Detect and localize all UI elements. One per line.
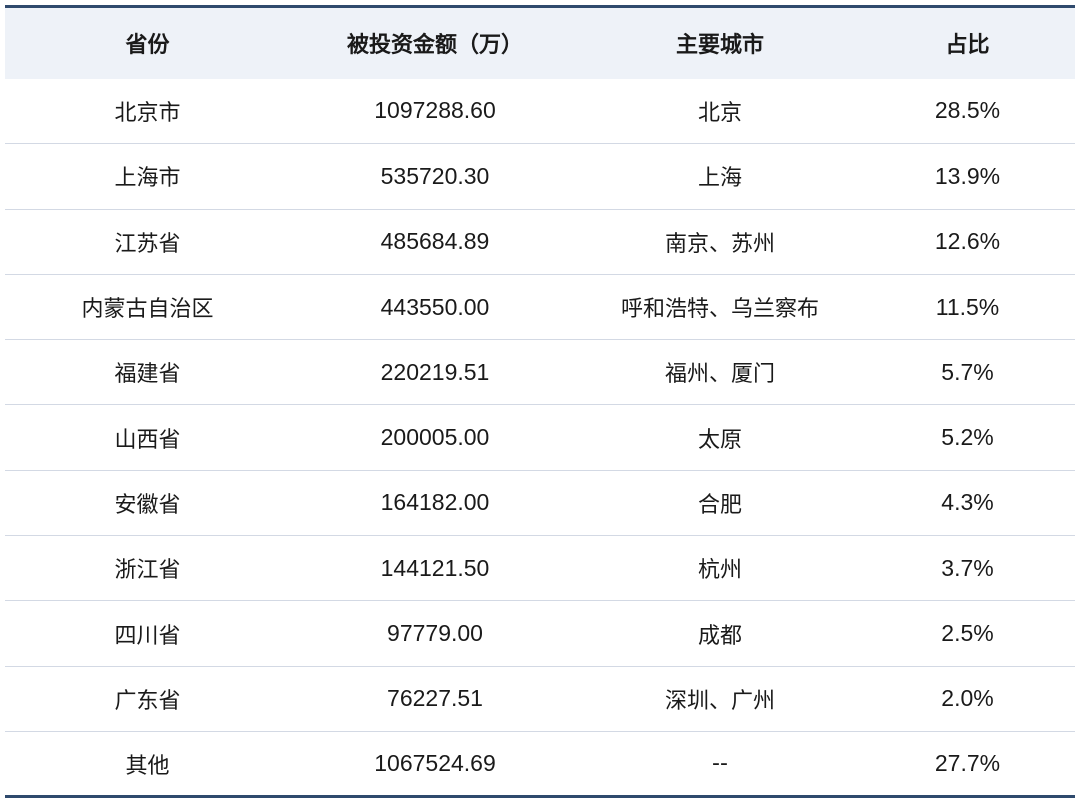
- table-row: 安徽省 164182.00 合肥 4.3%: [5, 470, 1075, 537]
- cell-share: 12.6%: [860, 209, 1075, 275]
- table-body: 北京市 1097288.60 北京 28.5% 上海市 535720.30 上海…: [5, 78, 1075, 799]
- header-row: 省份 被投资金额（万） 主要城市 占比: [5, 5, 1075, 79]
- cell-amount: 76227.51: [290, 666, 580, 732]
- investment-table-container: 省份 被投资金额（万） 主要城市 占比 北京市 1097288.60 北京 28…: [5, 5, 1075, 799]
- cell-province: 内蒙古自治区: [5, 274, 290, 341]
- cell-province: 上海市: [5, 143, 290, 210]
- cell-share: 5.2%: [860, 404, 1075, 471]
- cell-province: 山西省: [5, 404, 290, 471]
- table-row: 内蒙古自治区 443550.00 呼和浩特、乌兰察布 11.5%: [5, 274, 1075, 341]
- cell-province: 其他: [5, 731, 290, 799]
- table-row: 福建省 220219.51 福州、厦门 5.7%: [5, 339, 1075, 406]
- cell-amount: 535720.30: [290, 143, 580, 210]
- cell-province: 北京市: [5, 78, 290, 145]
- cell-cities: --: [580, 731, 860, 799]
- cell-cities: 杭州: [580, 535, 860, 602]
- table-header: 省份 被投资金额（万） 主要城市 占比: [5, 5, 1075, 79]
- header-amount: 被投资金额（万）: [290, 5, 580, 79]
- table-row: 广东省 76227.51 深圳、广州 2.0%: [5, 666, 1075, 732]
- cell-province: 四川省: [5, 600, 290, 667]
- cell-cities: 合肥: [580, 470, 860, 537]
- cell-share: 4.3%: [860, 470, 1075, 537]
- cell-amount: 97779.00: [290, 600, 580, 667]
- cell-province: 福建省: [5, 339, 290, 406]
- cell-cities: 深圳、广州: [580, 666, 860, 732]
- cell-share: 3.7%: [860, 535, 1075, 602]
- cell-amount: 1097288.60: [290, 78, 580, 145]
- cell-cities: 呼和浩特、乌兰察布: [580, 274, 860, 341]
- table-row: 其他 1067524.69 -- 27.7%: [5, 731, 1075, 799]
- investment-by-province-table: 省份 被投资金额（万） 主要城市 占比 北京市 1097288.60 北京 28…: [5, 5, 1075, 799]
- cell-share: 11.5%: [860, 274, 1075, 341]
- cell-cities: 福州、厦门: [580, 339, 860, 406]
- cell-amount: 443550.00: [290, 274, 580, 341]
- cell-amount: 220219.51: [290, 339, 580, 406]
- cell-share: 13.9%: [860, 143, 1075, 210]
- table-row: 上海市 535720.30 上海 13.9%: [5, 143, 1075, 210]
- cell-share: 28.5%: [860, 78, 1075, 145]
- cell-amount: 200005.00: [290, 404, 580, 471]
- cell-share: 2.5%: [860, 600, 1075, 667]
- cell-province: 广东省: [5, 666, 290, 732]
- cell-cities: 太原: [580, 404, 860, 471]
- cell-cities: 成都: [580, 600, 860, 667]
- cell-province: 安徽省: [5, 470, 290, 537]
- cell-province: 浙江省: [5, 535, 290, 602]
- cell-cities: 上海: [580, 143, 860, 210]
- cell-amount: 485684.89: [290, 209, 580, 275]
- header-share: 占比: [860, 5, 1075, 79]
- cell-share: 27.7%: [860, 731, 1075, 799]
- table-row: 山西省 200005.00 太原 5.2%: [5, 404, 1075, 471]
- cell-amount: 164182.00: [290, 470, 580, 537]
- cell-cities: 北京: [580, 78, 860, 145]
- cell-share: 2.0%: [860, 666, 1075, 732]
- cell-cities: 南京、苏州: [580, 209, 860, 275]
- cell-province: 江苏省: [5, 209, 290, 275]
- table-row: 北京市 1097288.60 北京 28.5%: [5, 78, 1075, 145]
- cell-amount: 1067524.69: [290, 731, 580, 799]
- cell-share: 5.7%: [860, 339, 1075, 406]
- header-province: 省份: [5, 5, 290, 79]
- table-row: 江苏省 485684.89 南京、苏州 12.6%: [5, 209, 1075, 275]
- header-cities: 主要城市: [580, 5, 860, 79]
- table-row: 浙江省 144121.50 杭州 3.7%: [5, 535, 1075, 602]
- table-row: 四川省 97779.00 成都 2.5%: [5, 600, 1075, 667]
- cell-amount: 144121.50: [290, 535, 580, 602]
